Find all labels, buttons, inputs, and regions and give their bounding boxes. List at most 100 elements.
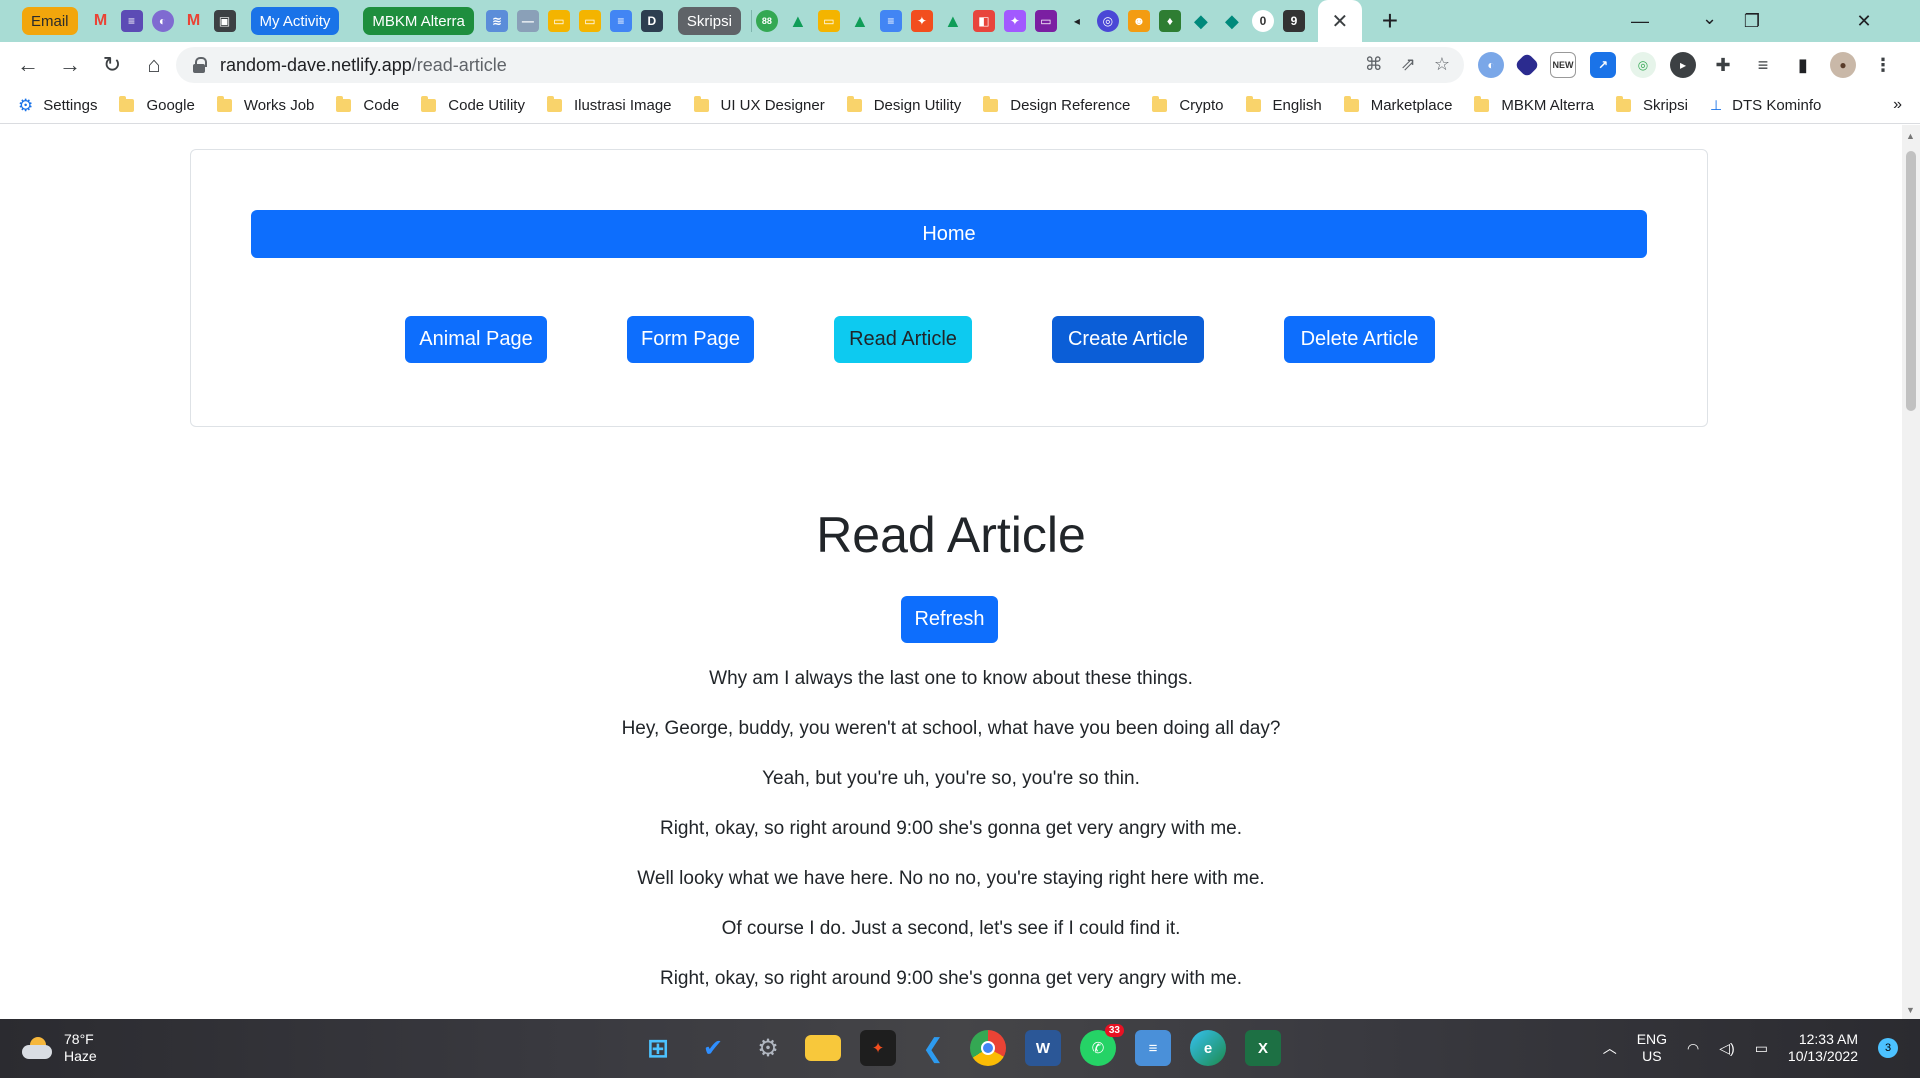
tab-contacts[interactable]: ▣ (213, 6, 236, 36)
bookmark-folder[interactable]: UI UX Designer (693, 96, 825, 114)
tab-dicoding[interactable]: D (640, 6, 663, 36)
menu-icon[interactable]: ⋮ (1870, 52, 1896, 78)
read-article-button[interactable]: Read Article (834, 316, 972, 363)
extension-icon[interactable]: ◎ (1630, 52, 1656, 78)
file-explorer-icon[interactable] (805, 1035, 841, 1061)
todo-icon[interactable]: ✔ (695, 1030, 731, 1066)
bookmark-folder[interactable]: Works Job (216, 96, 314, 114)
bookmark-folder[interactable]: Code Utility (421, 96, 525, 114)
tab-figma-1[interactable]: ✦ (910, 6, 933, 36)
excel-icon[interactable]: X (1245, 1030, 1281, 1066)
home-icon[interactable]: ⌂ (134, 45, 174, 85)
active-tab[interactable]: ✕ (1317, 0, 1362, 42)
bookmark-folder[interactable]: Skripsi (1615, 96, 1688, 114)
extension-icon[interactable]: NEW (1550, 52, 1576, 78)
wifi-icon[interactable]: ◠ (1687, 1040, 1699, 1057)
tab-docs-2[interactable]: ≡ (879, 6, 902, 36)
bookmark-star-icon[interactable]: ☆ (1434, 54, 1450, 75)
whatsapp-icon[interactable]: ✆ 33 (1080, 1024, 1124, 1066)
home-button[interactable]: Home (251, 210, 1647, 258)
tab-group-skripsi[interactable]: Skripsi (677, 7, 741, 35)
minimize-icon[interactable]: — (1584, 11, 1696, 32)
share-icon[interactable]: ⇗ (1401, 54, 1416, 75)
bookmark-folder[interactable]: Code (336, 96, 399, 114)
bookmark-folder[interactable]: Ilustrasi Image (546, 96, 672, 114)
scroll-thumb[interactable] (1906, 151, 1916, 411)
tab-site-88[interactable]: 88 (755, 6, 778, 36)
tab-site-4[interactable]: ☻ (1127, 6, 1150, 36)
bookmark-folder[interactable]: English (1245, 96, 1322, 114)
tab-chat[interactable]: ◐ (151, 6, 174, 36)
tab-site-8[interactable]: 0 (1251, 6, 1274, 36)
tab-site-7[interactable]: ◆ (1221, 6, 1243, 36)
tab-group-my-activity[interactable]: My Activity (250, 7, 340, 35)
form-page-button[interactable]: Form Page (627, 316, 754, 363)
extension-icon[interactable]: ↗ (1590, 52, 1616, 78)
tab-page-2[interactable]: — (516, 6, 539, 36)
puzzle-icon[interactable]: ✚ (1710, 52, 1736, 78)
side-panel-icon[interactable]: ▮ (1790, 52, 1816, 78)
bookmark-folder[interactable]: Design Utility (846, 96, 961, 114)
tab-audio[interactable]: ◂ (1066, 6, 1088, 36)
tab-docs[interactable]: ≡ (609, 6, 632, 36)
chevron-up-icon[interactable]: ︿ (1603, 1038, 1617, 1058)
tab-site-6[interactable]: ◆ (1190, 6, 1212, 36)
settings-icon[interactable]: ⚙ (750, 1030, 786, 1066)
delete-article-button[interactable]: Delete Article (1284, 316, 1435, 363)
tab-page-1[interactable]: ≋ (485, 6, 508, 36)
extension-icon[interactable]: ◐ (1478, 52, 1504, 78)
forward-icon[interactable]: → (50, 45, 90, 85)
tab-site-5[interactable]: ♦ (1158, 6, 1181, 36)
battery-icon[interactable]: ▭ (1755, 1040, 1768, 1057)
scroll-down-icon[interactable]: ▼ (1906, 1005, 1915, 1015)
tab-tasks[interactable]: ≡ (120, 6, 143, 36)
maximize-icon[interactable]: ❐ (1696, 11, 1808, 32)
tab-presentation[interactable]: ▭ (1034, 6, 1057, 36)
vscode-icon[interactable]: ❮ (915, 1030, 951, 1066)
edge-icon[interactable]: e (1190, 1030, 1226, 1066)
media-control-icon[interactable]: ≡ (1750, 52, 1776, 78)
start-icon[interactable]: ⊞ (640, 1030, 676, 1066)
extension-icon[interactable]: ▸ (1670, 52, 1696, 78)
tab-figma-2[interactable]: ✦ (1003, 6, 1026, 36)
translate-icon[interactable]: ⌘ (1365, 54, 1383, 75)
bookmark-folder[interactable]: Design Reference (983, 96, 1130, 114)
page-scrollbar[interactable]: ▲ ▼ (1902, 125, 1920, 1019)
bookmark-folder[interactable]: Google (119, 96, 195, 114)
notepad-icon[interactable]: ≡ (1135, 1030, 1171, 1066)
lock-icon[interactable] (192, 57, 207, 73)
bookmarks-overflow-icon[interactable]: » (1893, 96, 1902, 114)
chrome-icon[interactable] (970, 1030, 1006, 1066)
create-article-button[interactable]: Create Article (1052, 316, 1204, 363)
tab-site-2[interactable]: ◧ (972, 6, 995, 36)
window-close-icon[interactable]: ✕ (1808, 11, 1920, 32)
figma-app-icon[interactable]: ✦ (860, 1030, 896, 1066)
scroll-up-icon[interactable]: ▲ (1906, 131, 1915, 141)
tab-slides-3[interactable]: ▭ (817, 6, 840, 36)
profile-avatar[interactable]: ● (1830, 52, 1856, 78)
reload-icon[interactable]: ↻ (92, 45, 132, 85)
tab-site-3[interactable]: ◎ (1096, 6, 1119, 36)
tab-slides-1[interactable]: ▭ (547, 6, 570, 36)
bookmark-folder[interactable]: Crypto (1152, 96, 1224, 114)
back-icon[interactable]: ← (8, 45, 48, 85)
language-indicator[interactable]: ENG US (1637, 1031, 1667, 1065)
notification-count[interactable]: 3 (1878, 1038, 1898, 1058)
tab-group-email[interactable]: Email (22, 7, 78, 35)
word-icon[interactable]: W (1025, 1030, 1061, 1066)
volume-icon[interactable]: ◁) (1719, 1040, 1734, 1057)
bookmark-settings[interactable]: ⚙ Settings (18, 96, 97, 116)
bookmark-dts[interactable]: ⊥ DTS Kominfo (1710, 97, 1821, 114)
clock[interactable]: 12:33 AM 10/13/2022 (1788, 1031, 1858, 1065)
animal-page-button[interactable]: Animal Page (405, 316, 547, 363)
close-tab-icon[interactable]: ✕ (1332, 9, 1349, 34)
tab-site-9[interactable]: 9 (1282, 6, 1305, 36)
refresh-button[interactable]: Refresh (901, 596, 998, 643)
tab-gmail[interactable]: M (90, 6, 112, 36)
address-bar[interactable]: random-dave.netlify.app/read-article ⌘ ⇗… (176, 47, 1464, 83)
tab-drive-1[interactable]: ▲ (787, 6, 809, 36)
tab-drive-3[interactable]: ▲ (942, 6, 964, 36)
tab-drive-2[interactable]: ▲ (849, 6, 871, 36)
new-tab-button[interactable]: + (1372, 5, 1408, 37)
tab-gmail-2[interactable]: M (183, 6, 205, 36)
